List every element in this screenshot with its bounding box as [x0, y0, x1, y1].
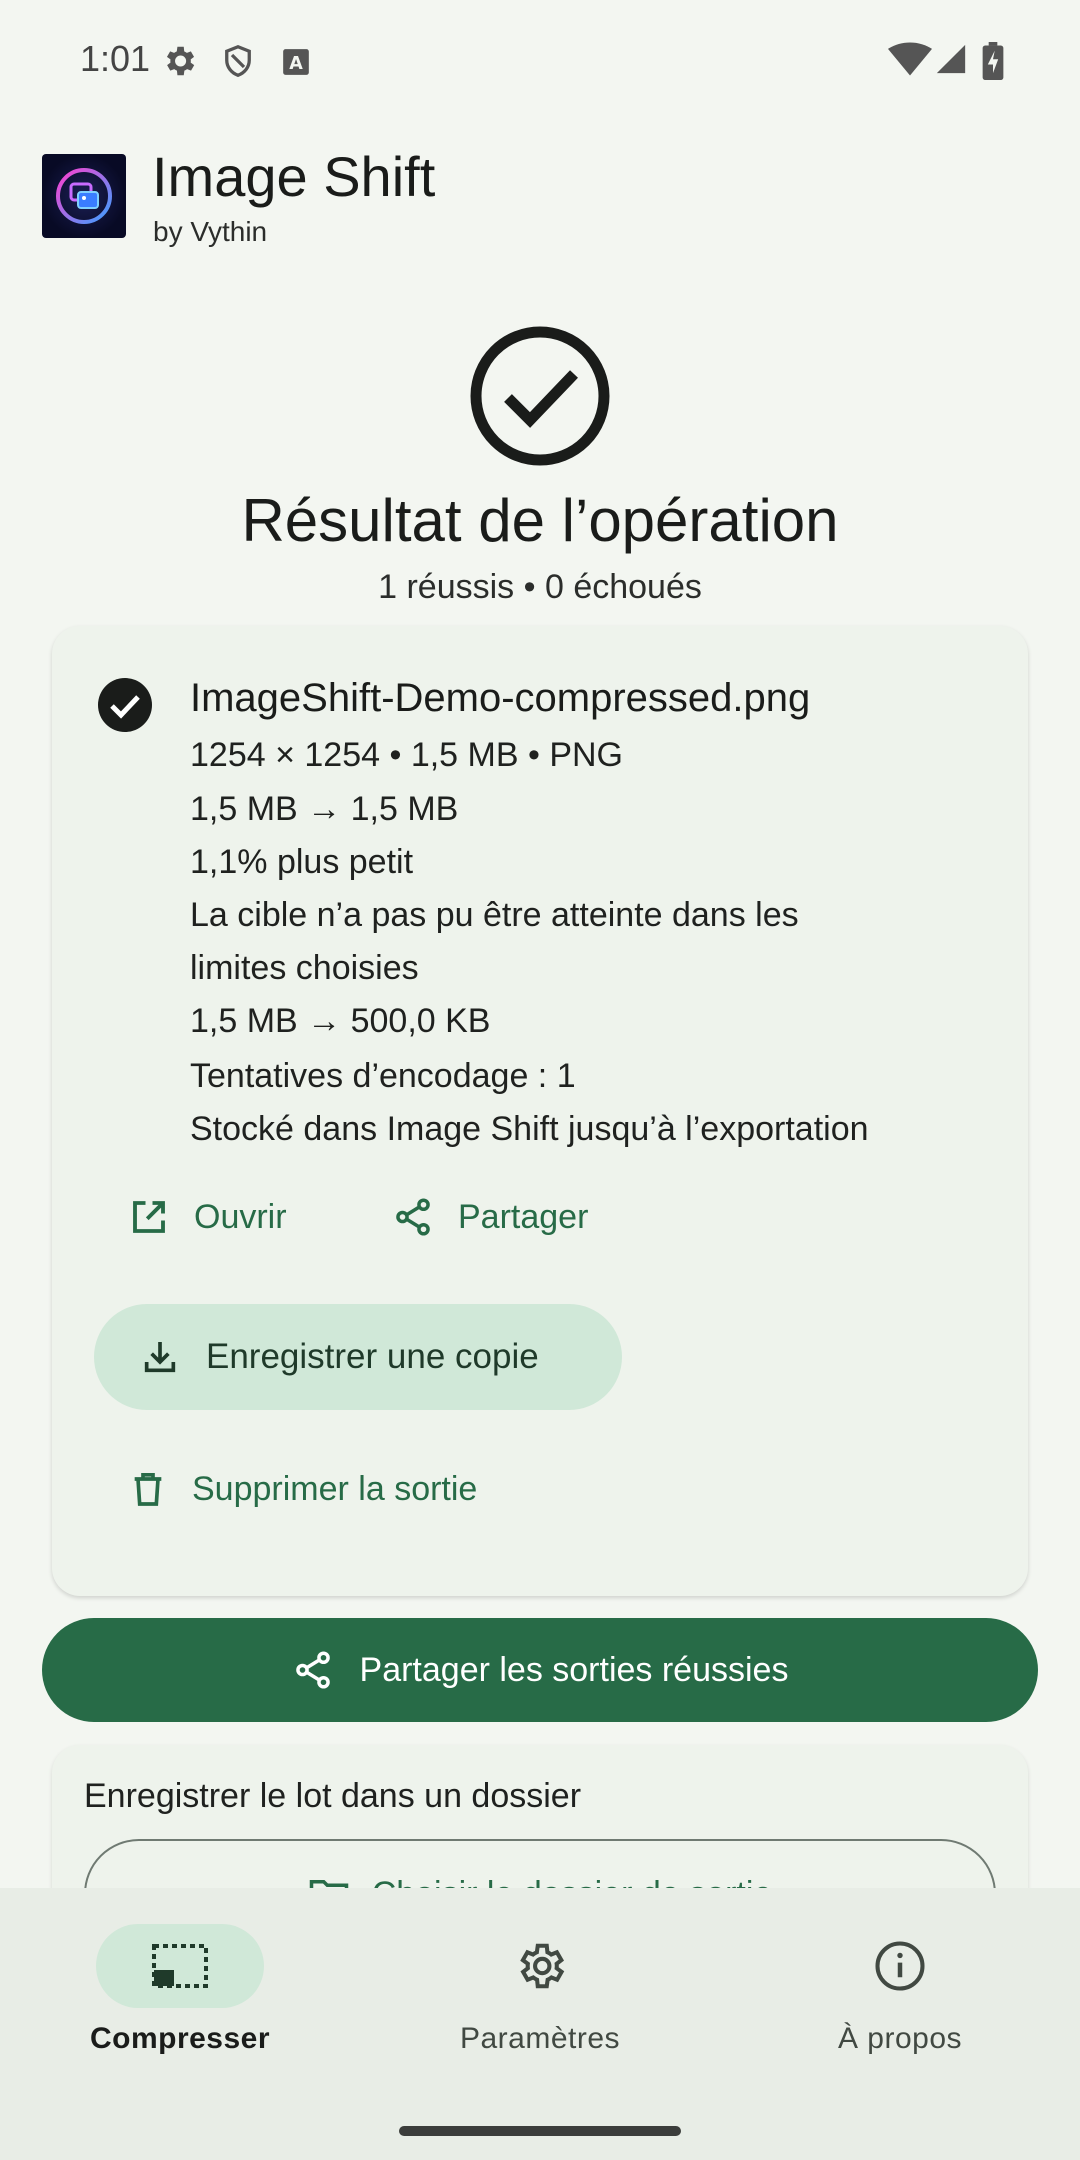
- nav-label-about: À propos: [837, 2022, 963, 2055]
- save-copy-button[interactable]: Enregistrer une copie: [94, 1304, 622, 1410]
- file-reduction: 1,1% plus petit: [190, 843, 414, 881]
- share-successful-outputs-label: Partager les sorties réussies: [359, 1650, 789, 1689]
- screen: 1:01 A Image Shift by Vythin Résultat de…: [0, 0, 1080, 2160]
- open-external-icon: [133, 1201, 165, 1233]
- nav-item-about[interactable]: À propos: [720, 1924, 1080, 2056]
- check-filled-icon: [98, 678, 152, 732]
- settings-gear-icon: [160, 42, 198, 80]
- nav-item-settings[interactable]: Paramètres: [360, 1924, 720, 2056]
- nav-item-compress[interactable]: Compresser: [0, 1924, 360, 2056]
- target-warning-line1: La cible n’a pas pu être atteinte dans l…: [190, 896, 799, 934]
- settings-gear-icon: [520, 1943, 565, 1989]
- save-copy-label: Enregistrer une copie: [206, 1337, 539, 1376]
- nav-label-compress: Compresser: [89, 2022, 271, 2055]
- info-icon: [875, 1941, 925, 1991]
- wifi-icon: [888, 42, 932, 76]
- shield-icon: [220, 42, 256, 80]
- bottom-navigation: Compresser Paramètres À propos: [0, 1888, 1080, 2160]
- share-icon: [295, 1651, 330, 1689]
- encode-attempts: Tentatives d’encodage : 1: [190, 1057, 576, 1095]
- delete-output-button[interactable]: Supprimer la sortie: [128, 1468, 477, 1510]
- file-size-change: 1,5 MB → 1,5 MB: [190, 790, 459, 828]
- delete-output-label: Supprimer la sortie: [192, 1469, 478, 1508]
- result-title: Résultat de l’opération: [241, 487, 839, 554]
- nav-icon-holder: [816, 1924, 984, 2008]
- check-circle-icon: [468, 324, 612, 468]
- status-time: 1:01: [80, 38, 151, 79]
- nav-indicator: [96, 1924, 264, 2008]
- compress-frame-icon: [152, 1944, 208, 1988]
- font-a-icon: A: [282, 48, 310, 76]
- svg-text:A: A: [289, 54, 303, 74]
- share-button[interactable]: Partager: [392, 1196, 588, 1238]
- share-successful-outputs-button[interactable]: Partager les sorties réussies: [42, 1618, 1038, 1722]
- open-label: Ouvrir: [194, 1197, 287, 1236]
- app-logo: [42, 154, 126, 238]
- nav-label-settings: Paramètres: [459, 2022, 621, 2055]
- file-result-card: ImageShift-Demo-compressed.png 1254 × 12…: [52, 626, 1028, 1596]
- file-dimensions: 1254 × 1254 • 1,5 MB • PNG: [190, 736, 624, 774]
- result-summary: 1 réussis • 0 échoués: [378, 568, 702, 606]
- nav-icon-holder: [456, 1924, 624, 2008]
- share-icon: [396, 1198, 430, 1236]
- trash-icon: [134, 1473, 162, 1506]
- gesture-handle[interactable]: [399, 2126, 681, 2136]
- download-icon: [144, 1342, 176, 1373]
- file-name: ImageShift-Demo-compressed.png: [190, 676, 811, 720]
- cell-signal-icon: [934, 42, 968, 76]
- app-subtitle: by Vythin: [153, 216, 268, 247]
- file-target-size: 1,5 MB → 500,0 KB: [190, 1002, 491, 1040]
- storage-note: Stocké dans Image Shift jusqu’à l’export…: [190, 1110, 869, 1148]
- battery-charging-icon: [982, 42, 1004, 80]
- target-warning-line2: limites choisies: [190, 949, 419, 987]
- share-label: Partager: [458, 1197, 589, 1236]
- open-button[interactable]: Ouvrir: [128, 1196, 287, 1238]
- batch-folder-title: Enregistrer le lot dans un dossier: [84, 1777, 582, 1815]
- status-bar: 1:01 A: [0, 0, 1080, 120]
- app-title: Image Shift: [152, 145, 436, 208]
